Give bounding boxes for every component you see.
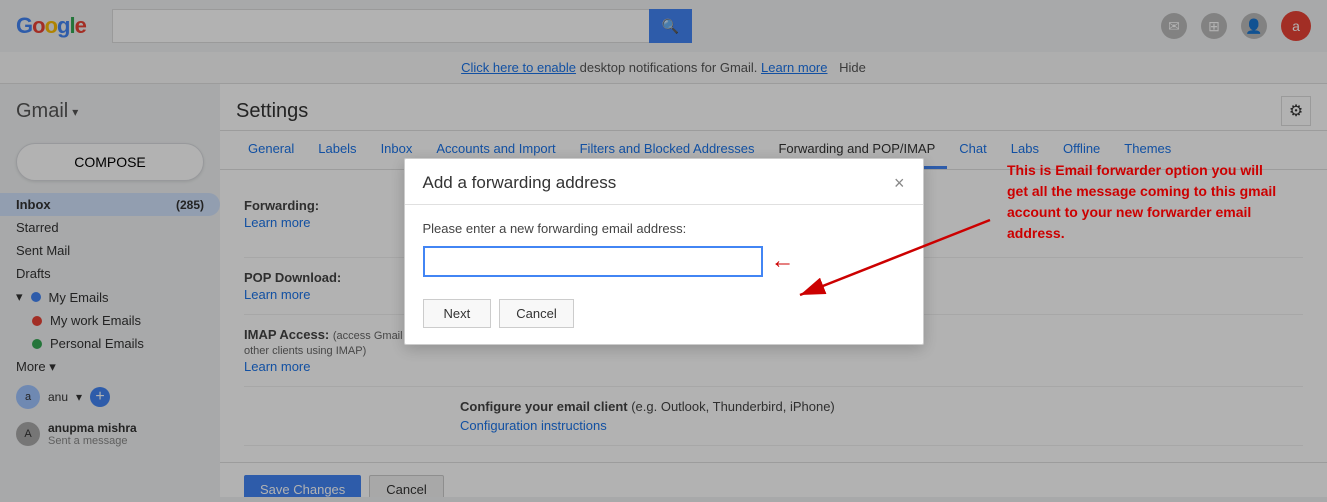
modal-header: Add a forwarding address × <box>405 159 923 205</box>
modal-overlay: Add a forwarding address × Please enter … <box>0 0 1327 502</box>
modal-label: Please enter a new forwarding email addr… <box>423 221 905 236</box>
modal-footer: Next Cancel <box>405 289 923 344</box>
modal-close-button[interactable]: × <box>894 173 905 194</box>
modal-next-button[interactable]: Next <box>423 299 492 328</box>
modal-cancel-button[interactable]: Cancel <box>499 299 573 328</box>
modal-title: Add a forwarding address <box>423 173 617 193</box>
arrow-icon: ← <box>771 247 795 275</box>
add-forwarding-modal: Add a forwarding address × Please enter … <box>404 158 924 345</box>
modal-body: Please enter a new forwarding email addr… <box>405 205 923 289</box>
forwarding-email-input[interactable] <box>423 246 763 277</box>
